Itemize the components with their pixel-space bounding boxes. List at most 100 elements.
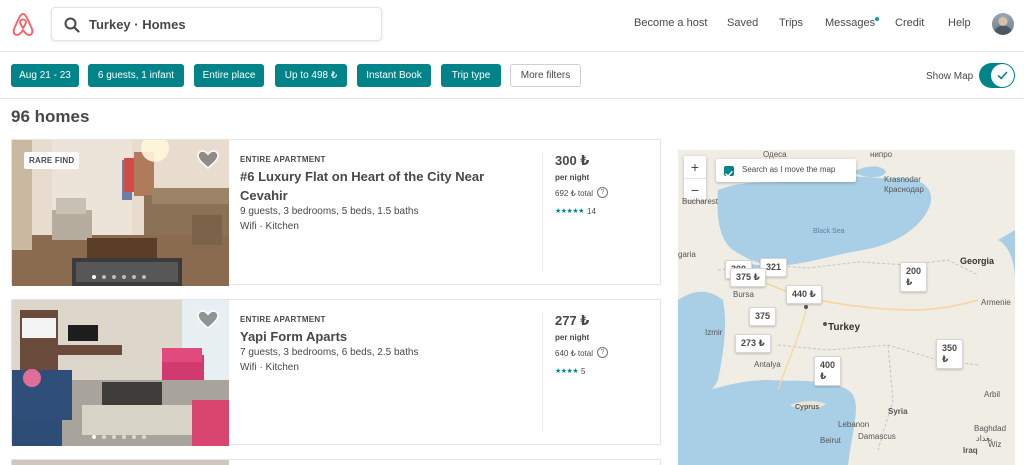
map-label-damascus: Damascus <box>858 432 896 441</box>
rare-find-badge: RARE FIND <box>24 152 80 169</box>
listing-photo[interactable] <box>12 300 229 446</box>
nav-credit[interactable]: Credit <box>895 17 924 29</box>
photo-dot[interactable] <box>122 435 126 439</box>
filter-dates-button[interactable]: Aug 21 - 23 <box>11 64 79 87</box>
per-night-label: per night <box>555 173 590 182</box>
search-query[interactable]: Turkey · Homes <box>89 17 186 32</box>
photo-dot[interactable] <box>102 435 106 439</box>
listing-total: 692 ₺ total <box>555 189 594 198</box>
divider <box>542 313 543 433</box>
listing-card[interactable] <box>11 459 661 465</box>
map-label-arbil: Arbil <box>984 390 1001 399</box>
photo-dot[interactable] <box>132 435 136 439</box>
listing-total: 640 ₺ total <box>555 349 594 358</box>
map-label-turkey: Turkey <box>828 322 861 333</box>
map-label-wiz: Wiz <box>988 440 1002 449</box>
listing-amenities: Wifi · Kitchen <box>240 362 299 373</box>
nav-trips[interactable]: Trips <box>779 17 803 29</box>
listing-card[interactable]: ENTIRE APARTMENT Yapi Form Aparts 7 gues… <box>11 299 661 446</box>
map-label-izmir: Izmir <box>705 328 723 337</box>
map-basemap <box>678 150 1015 465</box>
search-as-move-label: Search as I move the map <box>742 165 836 174</box>
price-pin[interactable]: 375 ₺ <box>730 268 766 287</box>
price-pin[interactable]: 440 ₺ <box>786 285 822 304</box>
listing-specs: 7 guests, 3 bedrooms, 6 beds, 2.5 baths <box>240 347 419 358</box>
nav-messages[interactable]: Messages <box>825 17 875 29</box>
listing-title[interactable]: Yapi Form Aparts <box>240 327 510 346</box>
question-icon[interactable]: ? <box>597 347 608 358</box>
zoom-in-button[interactable]: + <box>684 156 706 178</box>
filter-guests-button[interactable]: 6 guests, 1 infant <box>88 64 184 87</box>
search-as-move-control[interactable]: Search as I move the map <box>716 159 856 182</box>
photo-dot[interactable] <box>112 275 116 279</box>
map-label-odessa: Одеса <box>763 150 787 159</box>
photo-dot[interactable] <box>112 435 116 439</box>
heart-icon[interactable] <box>197 150 219 170</box>
map-label-dnipro: нипро <box>870 150 893 159</box>
price-pin[interactable]: 350 ₺ <box>936 339 964 369</box>
map-label-black-sea: Black Sea <box>813 228 845 235</box>
map-label-georgia: Georgia <box>960 256 995 266</box>
price-pin[interactable]: 400 ₺ <box>814 356 842 386</box>
price-pin[interactable]: 375 <box>749 307 777 326</box>
top-header: Turkey · Homes Become a host Saved Trips… <box>0 0 1024 52</box>
map-label-armenia: Armenie <box>981 298 1011 307</box>
photo-dot[interactable] <box>142 435 146 439</box>
listing-price: 300 ₺ <box>555 153 590 168</box>
listing-photo[interactable] <box>12 460 229 465</box>
nav-become-host[interactable]: Become a host <box>634 17 707 29</box>
map-label-bucharest: Bucharest <box>682 197 719 206</box>
listing-price: 277 ₺ <box>555 313 590 328</box>
filter-price-button[interactable]: Up to 498 ₺ <box>275 64 347 87</box>
photo-pagination[interactable] <box>92 275 146 279</box>
photo-dot[interactable] <box>92 275 96 279</box>
listing-type: ENTIRE APARTMENT <box>240 315 326 324</box>
zoom-controls: + − <box>684 156 706 200</box>
photo-dot[interactable] <box>142 275 146 279</box>
price-pin[interactable]: 200 ₺ <box>900 262 928 292</box>
listing-type: ENTIRE APARTMENT <box>240 155 326 164</box>
nav-help[interactable]: Help <box>948 17 971 29</box>
results-count: 96 homes <box>11 107 90 126</box>
search-as-move-checkbox[interactable] <box>724 166 734 178</box>
rating-stars: ★★★★ <box>555 368 579 375</box>
filter-home-type-button[interactable]: Entire place <box>194 64 264 87</box>
heart-icon[interactable] <box>197 310 219 330</box>
more-filters-button[interactable]: More filters <box>510 64 581 87</box>
search-bar[interactable]: Turkey · Homes <box>51 7 382 41</box>
map-label-iraq: Iraq <box>963 446 978 455</box>
search-icon <box>64 17 80 33</box>
price-pin[interactable]: 273 ₺ <box>735 334 771 353</box>
results-map[interactable]: + − Search as I move the map Одеса нипро… <box>678 150 1015 465</box>
per-night-label: per night <box>555 333 590 342</box>
rating-stars: ★★★★★ <box>555 208 584 215</box>
toggle-knob <box>991 64 1014 87</box>
listing-amenities: Wifi · Kitchen <box>240 221 299 232</box>
price-pin-value: 350 <box>942 343 958 353</box>
price-pin-value: 400 <box>820 360 836 370</box>
city-marker <box>823 322 827 326</box>
filter-instant-book-button[interactable]: Instant Book <box>357 64 431 87</box>
photo-dot[interactable] <box>102 275 106 279</box>
listing-card[interactable]: RARE FIND ENTIRE APARTMENT #6 Luxury Fla… <box>11 139 661 286</box>
price-pin-value: 200 <box>906 266 922 276</box>
check-icon <box>997 71 1008 80</box>
listing-title[interactable]: #6 Luxury Flat on Heart of the City Near… <box>240 167 510 205</box>
map-label-antalya: Antalya <box>754 360 781 369</box>
map-label-lebanon: Lebanon <box>838 420 870 429</box>
question-icon[interactable]: ? <box>597 187 608 198</box>
filter-trip-type-button[interactable]: Trip type <box>441 64 501 87</box>
review-count: 14 <box>587 207 596 216</box>
photo-dot[interactable] <box>122 275 126 279</box>
map-label-syria: Syria <box>888 407 908 416</box>
photo-pagination[interactable] <box>92 435 146 439</box>
nav-saved[interactable]: Saved <box>727 17 758 29</box>
photo-dot[interactable] <box>92 435 96 439</box>
user-avatar[interactable] <box>992 13 1014 35</box>
map-label-krasnodar: Krasnodar <box>884 175 921 184</box>
listing-photo[interactable]: RARE FIND <box>12 140 229 286</box>
show-map-toggle[interactable] <box>979 63 1015 88</box>
divider <box>542 153 543 273</box>
photo-dot[interactable] <box>132 275 136 279</box>
airbnb-logo-icon[interactable] <box>11 12 35 38</box>
